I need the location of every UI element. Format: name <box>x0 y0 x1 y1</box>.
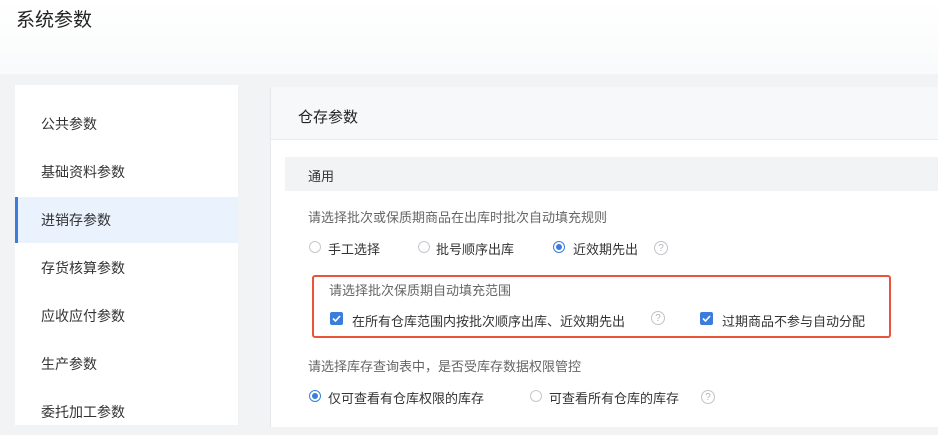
option-all-warehouses-label[interactable]: 在所有仓库范围内按批次顺序出库、近效期先出 <box>352 311 625 330</box>
fill-scope-label: 请选择批次保质期自动填充范围 <box>329 283 512 298</box>
radio-batch-order[interactable] <box>418 241 430 253</box>
check-icon <box>702 315 711 323</box>
sidebar-item-production[interactable]: 生产参数 <box>15 341 238 387</box>
subsection-title: 通用 <box>308 169 335 184</box>
option-near-expiry-first-label[interactable]: 近效期先出 <box>573 239 638 258</box>
option-exclude-expired-label[interactable]: 过期商品不参与自动分配 <box>722 311 865 330</box>
section-header: 仓存参数 <box>271 87 938 140</box>
option-own-warehouses-label[interactable]: 仅可查看有仓库权限的库存 <box>328 388 484 407</box>
sidebar-item-inventory[interactable]: 进销存参数 <box>15 197 238 243</box>
radio-near-expiry-first[interactable] <box>553 241 565 253</box>
stock-query-label: 请选择库存查询表中，是否受库存数据权限管控 <box>308 359 582 374</box>
subsection-header: 通用 <box>285 157 938 191</box>
option-manual-select-label[interactable]: 手工选择 <box>328 239 380 258</box>
sidebar-item-outsourcing[interactable]: 委托加工参数 <box>15 389 238 435</box>
help-circle-icon[interactable]: ? <box>651 311 665 325</box>
option-all-warehouses-stock-label[interactable]: 可查看所有仓库的库存 <box>549 388 679 407</box>
radio-all-warehouses[interactable] <box>530 390 542 402</box>
radio-own-warehouses[interactable] <box>309 390 321 402</box>
header: 系统参数 <box>0 0 938 74</box>
sidebar-item-cost-accounting[interactable]: 存货核算参数 <box>15 245 238 291</box>
checkbox-exclude-expired[interactable] <box>700 312 713 325</box>
sidebar: 公共参数 基础资料参数 进销存参数 存货核算参数 应收应付参数 生产参数 委托加… <box>15 85 238 425</box>
help-circle-icon[interactable]: ? <box>654 241 668 255</box>
page-title: 系统参数 <box>16 10 93 31</box>
help-circle-icon[interactable]: ? <box>701 390 715 404</box>
check-icon <box>332 315 341 323</box>
batch-rule-label: 请选择批次或保质期商品在出库时批次自动填充规则 <box>308 210 608 225</box>
sidebar-item-basic-data[interactable]: 基础资料参数 <box>15 149 238 195</box>
checkbox-all-warehouses[interactable] <box>330 312 343 325</box>
section-title: 仓存参数 <box>298 109 359 126</box>
sidebar-item-public[interactable]: 公共参数 <box>15 101 238 147</box>
option-batch-order-label[interactable]: 批号顺序出库 <box>436 239 514 258</box>
radio-manual-select[interactable] <box>309 241 321 253</box>
sidebar-item-receivable-payable[interactable]: 应收应付参数 <box>15 293 238 339</box>
